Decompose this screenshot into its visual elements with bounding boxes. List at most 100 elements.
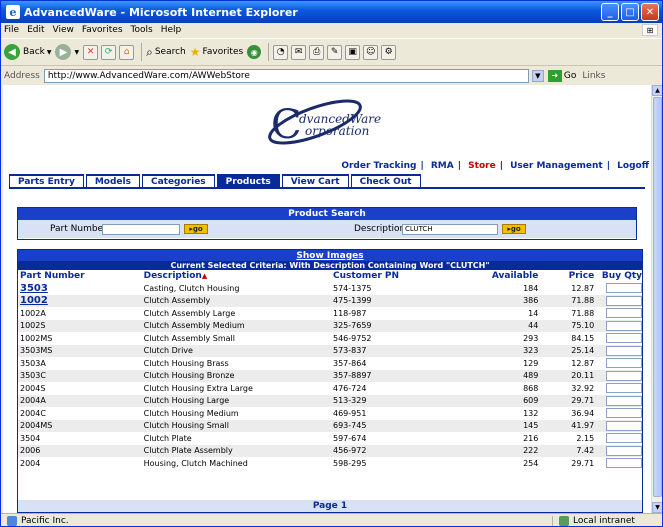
available-cell: 386 xyxy=(523,296,539,306)
minimize-button[interactable]: _ xyxy=(601,3,619,21)
tab-view-cart[interactable]: View Cart xyxy=(281,174,349,187)
advancedware-logo: C dvancedWare orporation xyxy=(257,92,397,152)
stop-icon[interactable]: ✕ xyxy=(83,44,99,60)
tab-check-out[interactable]: Check Out xyxy=(350,174,421,187)
page-content: C dvancedWare orporation Order Tracking |… xyxy=(3,85,651,513)
back-dropdown-icon[interactable]: ▼ xyxy=(47,49,52,56)
buy-qty-input[interactable] xyxy=(606,370,642,381)
vertical-scrollbar[interactable]: ▲ ▼ xyxy=(651,85,662,513)
scroll-thumb[interactable] xyxy=(653,97,662,497)
search-button[interactable]: ⌕ Search xyxy=(146,45,186,60)
buy-qty-input[interactable] xyxy=(606,283,642,294)
tab-categories[interactable]: Categories xyxy=(141,174,215,187)
buy-qty-input[interactable] xyxy=(606,445,642,456)
header-available[interactable]: Available xyxy=(479,271,538,281)
tab-parts-entry[interactable]: Parts Entry xyxy=(9,174,84,187)
price-cell: 2.15 xyxy=(576,433,595,443)
refresh-icon[interactable]: ⟳ xyxy=(101,44,117,60)
topnav-order-tracking[interactable]: Order Tracking xyxy=(341,161,416,171)
links-button[interactable]: Links xyxy=(582,71,605,81)
table-row: 1002A Clutch Assembly Large 118-987 14 71.88 xyxy=(18,307,642,320)
scroll-up-icon[interactable]: ▲ xyxy=(652,85,662,96)
topnav-logoff[interactable]: Logoff xyxy=(617,161,649,171)
buy-qty-input[interactable] xyxy=(606,420,642,431)
buy-qty-cell xyxy=(594,295,642,306)
menu-tools[interactable]: Tools xyxy=(131,25,153,35)
customer-pn-cell: 546-9752 xyxy=(333,333,372,343)
part-number-input[interactable] xyxy=(102,223,180,235)
buy-qty-cell xyxy=(594,333,642,344)
print-icon[interactable]: ⎙ xyxy=(309,44,325,60)
available-cell: 145 xyxy=(523,421,539,431)
table-row: 1002MS Clutch Assembly Small 546-9752 293 84… xyxy=(18,332,642,345)
buy-qty-input[interactable] xyxy=(606,320,642,331)
topnav-rma[interactable]: RMA xyxy=(431,161,454,171)
menu-favorites[interactable]: Favorites xyxy=(82,25,123,35)
maximize-button[interactable]: □ xyxy=(621,3,639,21)
media-icon[interactable]: ◉ xyxy=(247,45,262,59)
header-part-number[interactable]: Part Number xyxy=(18,271,144,281)
buy-qty-input[interactable] xyxy=(606,395,642,406)
discuss-icon[interactable]: ▣ xyxy=(345,44,361,60)
buy-qty-input[interactable] xyxy=(606,433,642,444)
part-number-link[interactable]: 1002 xyxy=(20,295,48,306)
price-cell: 71.88 xyxy=(571,296,595,306)
address-dropdown-icon[interactable]: ▼ xyxy=(531,69,544,82)
price-cell: 20.11 xyxy=(571,371,595,381)
forward-dropdown-icon[interactable]: ▼ xyxy=(74,49,79,56)
messenger-icon[interactable]: ☺ xyxy=(363,44,379,60)
back-button[interactable]: ◀ Back ▼ xyxy=(4,44,51,60)
windows-logo-icon: ⊞ xyxy=(642,24,658,36)
research-icon[interactable]: ⚙ xyxy=(381,44,397,60)
buy-qty-input[interactable] xyxy=(606,383,642,394)
go-button[interactable]: ➜ Go xyxy=(547,69,576,82)
close-button[interactable]: ✕ xyxy=(641,3,659,21)
part-number-cell[interactable]: 3503 xyxy=(18,283,144,294)
topnav-user-management[interactable]: User Management xyxy=(510,161,603,171)
buy-qty-input[interactable] xyxy=(606,458,642,469)
status-text: Pacific Inc. xyxy=(21,515,69,526)
buy-qty-cell xyxy=(594,445,642,456)
header-customer-pn[interactable]: Customer PN xyxy=(333,271,479,281)
topnav-store[interactable]: Store xyxy=(468,161,496,171)
results-rows: 3503 Casting, Clutch Housing 574-1375 184 12… xyxy=(18,282,642,470)
price-cell: 36.94 xyxy=(571,408,595,418)
header-price[interactable]: Price xyxy=(538,271,595,281)
buy-qty-input[interactable] xyxy=(606,358,642,369)
part-number-cell: 3503A xyxy=(20,358,46,368)
menu-edit[interactable]: Edit xyxy=(27,25,44,35)
criteria-text: Current Selected Criteria: With Descript… xyxy=(18,261,642,270)
menu-file[interactable]: File xyxy=(4,25,19,35)
show-images-link[interactable]: Show Images xyxy=(18,250,642,261)
part-number-link[interactable]: 3503 xyxy=(20,283,48,294)
buy-qty-input[interactable] xyxy=(606,333,642,344)
edit-icon[interactable]: ✎ xyxy=(327,44,343,60)
tab-models[interactable]: Models xyxy=(85,174,140,187)
forward-button[interactable]: ▶ ▼ xyxy=(55,44,79,60)
buy-qty-input[interactable] xyxy=(606,345,642,356)
description-input[interactable]: CLUTCH xyxy=(402,223,498,235)
scroll-down-icon[interactable]: ▼ xyxy=(652,502,662,513)
address-input[interactable]: http://www.AdvancedWare.com/AWWebStore xyxy=(43,68,529,83)
menu-help[interactable]: Help xyxy=(161,25,182,35)
mail-icon[interactable]: ✉ xyxy=(291,44,307,60)
tab-products[interactable]: Products xyxy=(216,174,280,187)
buy-qty-input[interactable] xyxy=(606,295,642,306)
description-go-button[interactable]: ▸ go xyxy=(502,224,526,234)
buy-qty-cell xyxy=(594,420,642,431)
history-icon[interactable]: ◔ xyxy=(273,44,289,60)
part-number-cell: 1002MS xyxy=(20,333,53,343)
part-go-button[interactable]: ▸ go xyxy=(184,224,208,234)
buy-qty-cell xyxy=(594,433,642,444)
part-number-cell[interactable]: 1002 xyxy=(18,295,144,306)
table-row: 3504 Clutch Plate 597-674 216 2.15 xyxy=(18,432,642,445)
buy-qty-input[interactable] xyxy=(606,308,642,319)
home-icon[interactable]: ⌂ xyxy=(119,44,135,60)
description-cell: Clutch Housing Medium xyxy=(143,408,239,418)
favorites-button[interactable]: ★ Favorites xyxy=(190,45,243,59)
menu-view[interactable]: View xyxy=(53,25,74,35)
buy-qty-cell xyxy=(594,458,642,469)
buy-qty-input[interactable] xyxy=(606,408,642,419)
description-cell: Clutch Housing Brass xyxy=(143,358,229,368)
header-description[interactable]: Description▲ xyxy=(144,271,333,281)
